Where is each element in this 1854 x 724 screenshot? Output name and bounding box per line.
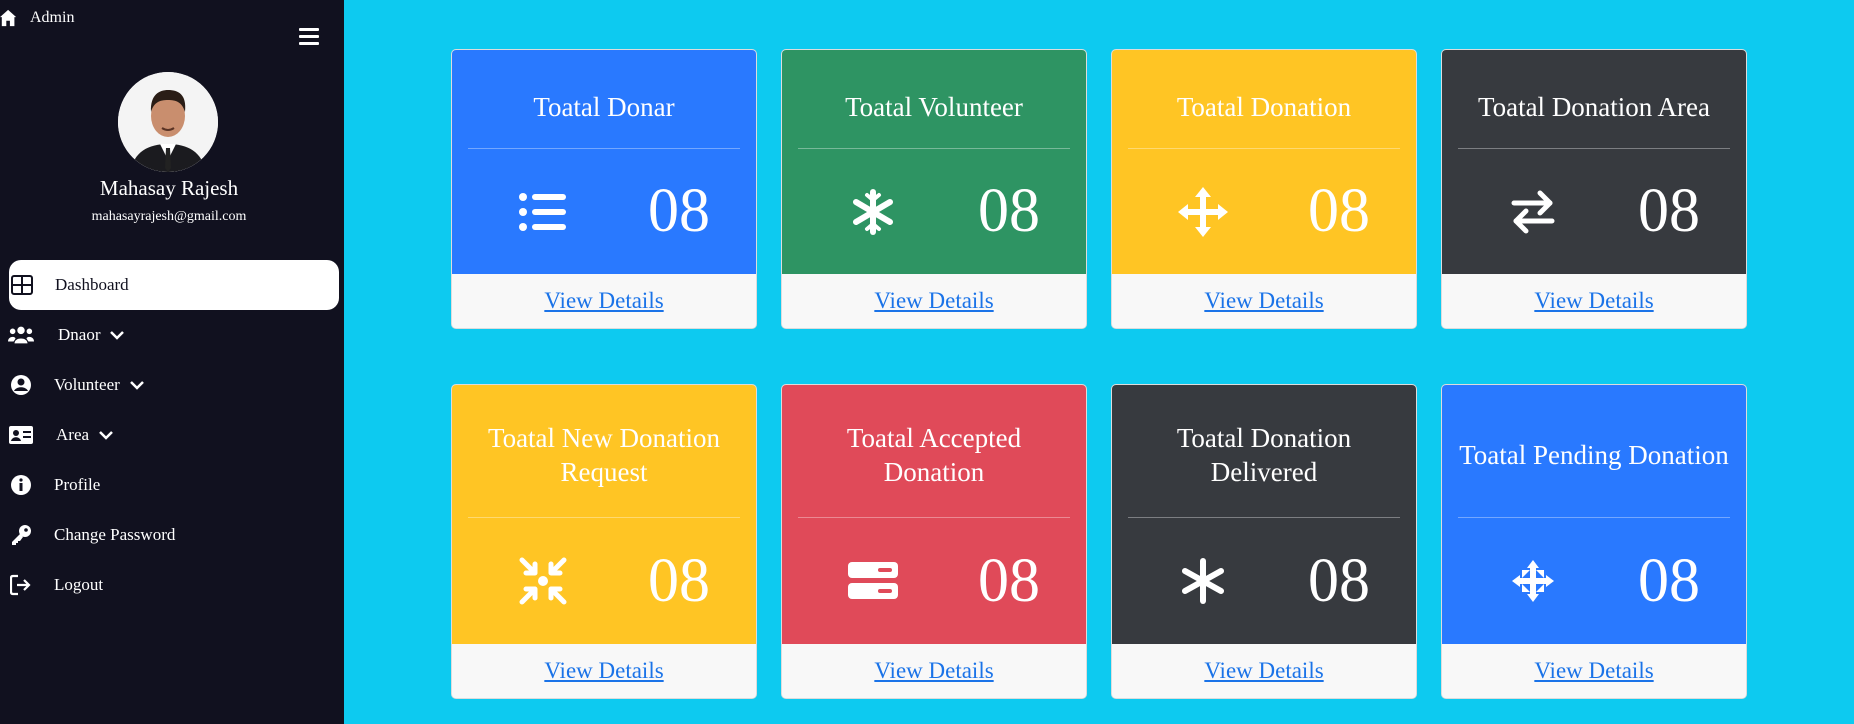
brand-label: Admin [30, 9, 75, 26]
view-details-link[interactable]: View Details [544, 658, 663, 684]
sidebar-item-change-password[interactable]: Change Password [0, 510, 344, 560]
sidebar-item-volunteer[interactable]: Volunteer [0, 360, 344, 410]
card-title: Toatal Accepted Donation [846, 423, 1022, 487]
avatar [118, 72, 218, 172]
card-value: 08 [648, 546, 710, 615]
card-total-donation: Toatal Donation 08 View Details [1111, 49, 1417, 329]
card-header: Toatal Donation 08 [1112, 50, 1416, 274]
grid-icon [9, 274, 35, 296]
user-name: Mahasay Rajesh [99, 176, 239, 200]
sidebar-item-dnaor[interactable]: Dnaor [0, 310, 344, 360]
card-total-donation-delivered: Toatal Donation Delivered 08 View Detail… [1111, 384, 1417, 699]
card-title: Toatal New Donation Request [487, 423, 721, 487]
card-title: Toatal Donation [1176, 92, 1352, 122]
chevron-down-icon [110, 331, 125, 340]
card-header: Toatal Donar 08 [452, 50, 756, 274]
server-icon [848, 556, 898, 606]
sidebar-item-dashboard[interactable]: Dashboard [9, 260, 339, 310]
view-details-link[interactable]: View Details [874, 658, 993, 684]
sidebar-nav: Dashboard Dnaor Volunteer Area Profile C… [0, 260, 344, 610]
sidebar-item-label: Dnaor [58, 325, 101, 344]
sidebar-item-label: Dashboard [55, 275, 129, 294]
menu-toggle-icon[interactable] [299, 28, 319, 46]
sidebar-item-label: Logout [54, 575, 104, 594]
card-total-accepted-donation: Toatal Accepted Donation 08 View Details [781, 384, 1087, 699]
move-arrows-icon [1178, 186, 1228, 237]
sidebar-item-label: Change Password [54, 525, 176, 544]
card-value: 08 [1638, 177, 1700, 245]
users-icon [8, 324, 34, 346]
card-header: Toatal Donation Delivered 08 [1112, 385, 1416, 644]
card-title: Toatal Donation Area [1477, 92, 1711, 122]
card-header: Toatal New Donation Request 08 [452, 385, 756, 644]
card-title: Toatal Donar [533, 92, 675, 122]
diamond-arrows-icon [1508, 556, 1558, 606]
asterisk-icon [1178, 556, 1228, 606]
view-details-link[interactable]: View Details [1204, 288, 1323, 314]
view-details-link[interactable]: View Details [874, 288, 993, 314]
card-total-volunteer: Toatal Volunteer 08 View Details [781, 49, 1087, 329]
card-value: 08 [978, 546, 1040, 615]
view-details-link[interactable]: View Details [544, 288, 663, 314]
card-title: Toatal Volunteer [845, 92, 1023, 122]
sidebar-item-label: Profile [54, 475, 101, 494]
card-value: 08 [648, 177, 710, 245]
view-details-link[interactable]: View Details [1534, 658, 1653, 684]
card-value: 08 [1308, 546, 1370, 615]
view-details-link[interactable]: View Details [1534, 288, 1653, 314]
card-value: 08 [1308, 177, 1370, 245]
card-value: 08 [978, 177, 1040, 245]
card-total-donation-area: Toatal Donation Area 08 View Details [1441, 49, 1747, 329]
card-header: Toatal Donation Area 08 [1442, 50, 1746, 274]
sidebar-item-area[interactable]: Area [0, 410, 344, 460]
home-icon[interactable] [0, 8, 18, 28]
sidebar: Admin Mahasay Rajesh mahasayrajesh@gmail… [0, 0, 344, 724]
sidebar-item-label: Area [56, 425, 90, 444]
card-header: Toatal Volunteer 08 [782, 50, 1086, 274]
card-header: Toatal Accepted Donation 08 [782, 385, 1086, 644]
info-icon [8, 474, 34, 496]
user-email: mahasayrajesh@gmail.com [91, 209, 247, 224]
logout-icon [8, 574, 34, 596]
user-circle-icon [8, 374, 34, 396]
card-title: Toatal Pending Donation [1459, 440, 1729, 470]
id-card-icon [8, 424, 34, 446]
card-total-pending-donation: Toatal Pending Donation 08 View Details [1441, 384, 1747, 699]
card-title: Toatal Donation Delivered [1176, 423, 1352, 487]
chevron-down-icon [129, 381, 144, 390]
snowflake-icon [848, 187, 898, 237]
swap-arrows-icon [1508, 187, 1558, 237]
key-icon [8, 524, 34, 546]
view-details-link[interactable]: View Details [1204, 658, 1323, 684]
card-header: Toatal Pending Donation 08 [1442, 385, 1746, 644]
brand-bar: Admin [0, 6, 74, 30]
list-icon [518, 187, 568, 237]
sidebar-item-logout[interactable]: Logout [0, 560, 344, 610]
compress-arrows-icon [518, 556, 568, 606]
card-value: 08 [1638, 546, 1700, 615]
chevron-down-icon [99, 431, 113, 440]
card-total-donar: Toatal Donar 08 View Details [451, 49, 757, 329]
sidebar-item-label: Volunteer [54, 375, 120, 394]
sidebar-item-profile[interactable]: Profile [0, 460, 344, 510]
card-total-new-donation-request: Toatal New Donation Request 08 View Deta… [451, 384, 757, 699]
